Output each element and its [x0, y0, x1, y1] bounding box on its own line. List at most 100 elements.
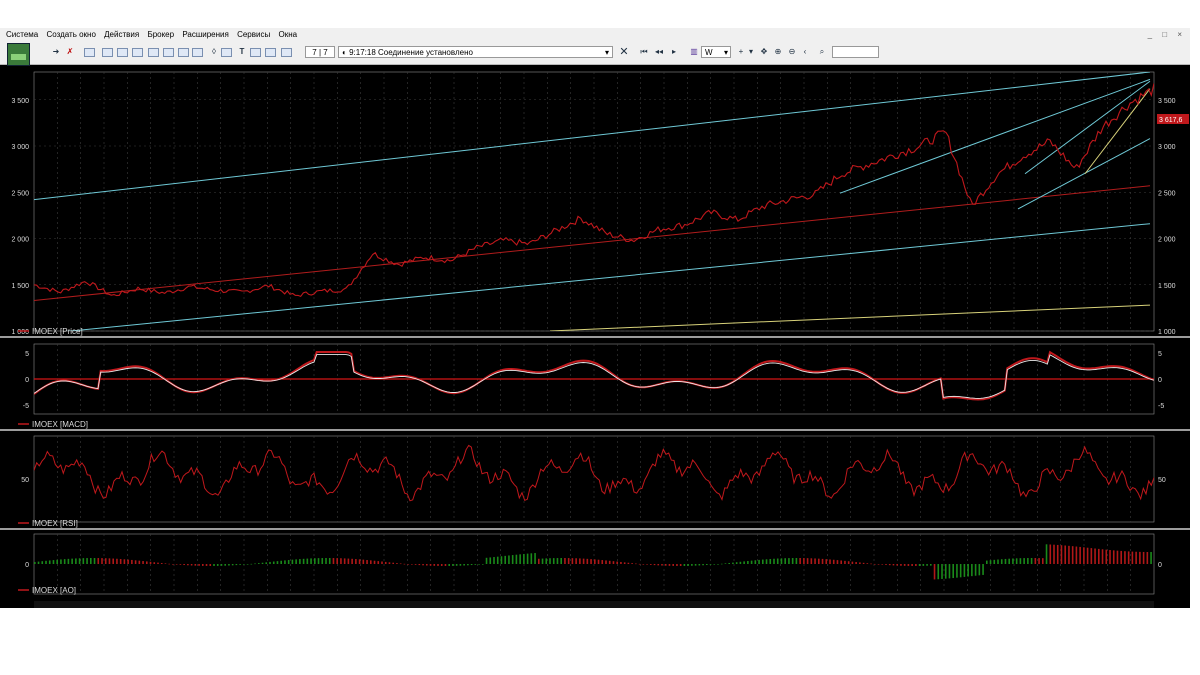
ao-bar [967, 564, 969, 577]
ao-bar [37, 561, 40, 564]
ao-bar [862, 562, 865, 564]
line-icon[interactable] [250, 48, 261, 57]
ao-bar [1116, 550, 1119, 564]
news-icon[interactable] [192, 48, 203, 57]
menu-windows[interactable]: Окна [278, 28, 297, 42]
ao-pane-label: IMOEX [AO] [32, 586, 76, 595]
close-icon[interactable]: ✕ [618, 46, 630, 58]
settings-icon[interactable] [281, 48, 292, 57]
menu-extensions[interactable]: Расширения [182, 28, 229, 42]
close-button[interactable]: × [1177, 30, 1182, 39]
text-icon[interactable]: T [236, 46, 248, 58]
menu-system[interactable]: Система [6, 28, 38, 42]
menu-create-window[interactable]: Создать окно [46, 28, 95, 42]
ao-bar [127, 559, 129, 564]
cursor-icon[interactable]: ➜ [50, 46, 62, 58]
orders-icon[interactable] [132, 48, 143, 57]
minimize-button[interactable]: _ [1148, 30, 1152, 39]
ao-bar [116, 558, 118, 564]
nav-next-icon[interactable]: ▸ [668, 46, 680, 58]
delete-icon[interactable]: ✗ [64, 46, 76, 58]
table-icon[interactable] [117, 48, 128, 57]
maximize-button[interactable]: □ [1162, 30, 1167, 39]
ao-bar [930, 564, 932, 566]
ao-bar [433, 564, 436, 566]
ao-bar [664, 564, 667, 566]
chevron-down-icon[interactable]: ▾ [605, 47, 609, 59]
ao-bar [892, 564, 895, 566]
trades-icon[interactable] [163, 48, 174, 57]
window-icon[interactable] [102, 48, 113, 57]
alerts-icon[interactable] [221, 48, 232, 57]
ao-bar [362, 559, 365, 564]
chart-type-icon[interactable]: ▥ [688, 46, 700, 58]
ao-bar [228, 564, 230, 566]
ao-bar [840, 560, 842, 564]
y-tick-label-right: 2 500 [1158, 190, 1176, 197]
ao-bar [295, 559, 297, 564]
ao-bar [885, 564, 887, 565]
ao-bar [803, 558, 805, 564]
macd-pane-label: IMOEX [MACD] [32, 420, 88, 429]
interval-value: W [705, 48, 713, 57]
ao-bar [1030, 558, 1033, 564]
chart-svg[interactable]: 1 000 1 000 1 500 1 500 2 000 2 000 2 500 2 500… [0, 65, 1190, 608]
y-tick-label: 2 500 [11, 190, 29, 197]
interval-select[interactable]: W ▾ [701, 46, 731, 58]
menu-services[interactable]: Сервисы [237, 28, 270, 42]
ao-bar [821, 558, 824, 564]
crosshair-menu-icon[interactable]: ▾ [745, 46, 757, 58]
ao-bar [818, 558, 820, 564]
ao-bar [149, 561, 152, 564]
ao-bar [691, 564, 693, 566]
ao-bar [160, 563, 163, 564]
ao-bar [1079, 546, 1081, 564]
ao-bar [720, 563, 723, 565]
interval-chevron-icon[interactable]: ▾ [724, 47, 728, 59]
ao-bar [724, 563, 727, 564]
app-logo-icon [7, 43, 30, 66]
zoom-out-icon[interactable]: ⊖ [786, 46, 798, 58]
new-chart-icon[interactable] [84, 48, 95, 57]
ao-bar [52, 560, 55, 564]
ao-bar [280, 560, 282, 564]
connection-status-field[interactable]: ◐ 9:17:18 Соединение установлено ▾ [338, 46, 613, 58]
ao-bar [586, 558, 589, 564]
y-tick-label-right: 0 [1158, 562, 1162, 569]
ao-bar [750, 560, 753, 564]
ao-bar [668, 564, 671, 566]
ao-bar [34, 562, 36, 564]
ao-bar [1053, 544, 1055, 564]
ao-bar [78, 558, 81, 564]
ao-bar [1120, 550, 1122, 564]
search-icon[interactable]: ⌕ [816, 46, 828, 58]
ao-bar [679, 564, 682, 566]
menu-actions[interactable]: Действия [104, 28, 139, 42]
quotes-icon[interactable] [148, 48, 159, 57]
ao-bar [859, 562, 861, 564]
portfolio-icon[interactable] [178, 48, 189, 57]
ao-bar [1139, 551, 1141, 564]
ao-bar [997, 559, 999, 564]
ao-bar [594, 559, 596, 564]
layout-icon[interactable] [265, 48, 276, 57]
nav-first-icon[interactable]: ⏮ [638, 46, 650, 58]
search-input[interactable] [832, 46, 879, 58]
menu-broker[interactable]: Брокер [147, 28, 174, 42]
back-icon[interactable]: ‹ [799, 46, 811, 58]
zoom-in-icon[interactable]: ⊕ [772, 46, 784, 58]
ao-bar [926, 564, 928, 566]
ao-bar [896, 564, 898, 566]
ao-bar [437, 564, 439, 566]
ao-bar [538, 558, 540, 564]
ao-bar [299, 559, 301, 564]
nav-prev-icon[interactable]: ◂◂ [653, 46, 665, 58]
move-icon[interactable]: ✥ [758, 46, 770, 58]
account-field[interactable]: 7 | 7 [305, 46, 335, 58]
ao-bar [698, 564, 701, 566]
ao-bar [874, 563, 876, 565]
ao-bar [478, 564, 480, 565]
ao-bar [172, 564, 174, 565]
ao-bar [825, 559, 828, 564]
connect-icon[interactable]: ◊ [208, 46, 220, 58]
